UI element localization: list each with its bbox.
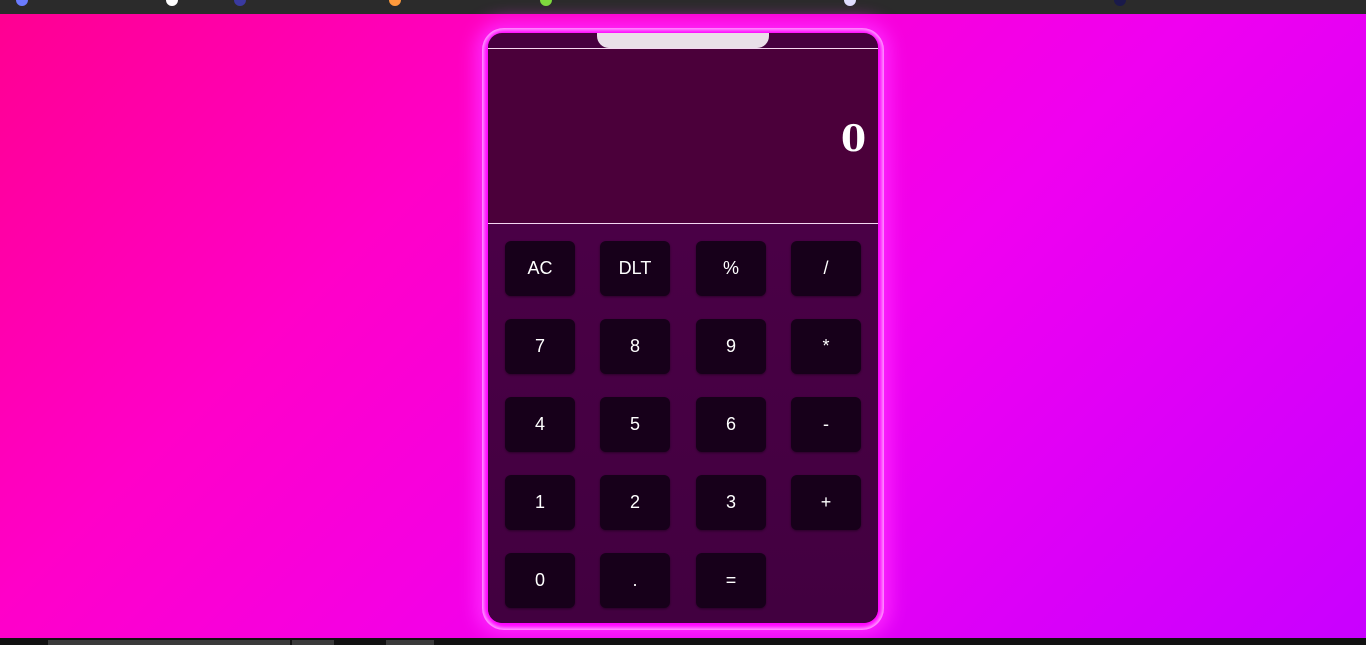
key-subtract[interactable]: -	[791, 397, 861, 452]
display-value: 0	[840, 118, 866, 160]
tab-icon	[234, 0, 246, 6]
tab-icon	[1114, 0, 1126, 6]
key-1[interactable]: 1	[505, 475, 575, 530]
taskbar	[0, 638, 1366, 645]
key-2[interactable]: 2	[600, 475, 670, 530]
tab-icon	[844, 0, 856, 6]
key-8[interactable]: 8	[600, 319, 670, 374]
browser-top-bar	[0, 0, 1366, 14]
key-divide[interactable]: /	[791, 241, 861, 296]
key-delete[interactable]: DLT	[600, 241, 670, 296]
key-9[interactable]: 9	[696, 319, 766, 374]
tab-icon	[389, 0, 401, 6]
calculator-display: 0	[488, 48, 878, 224]
calculator: 0 AC DLT % / 7 8 9 * 4 5 6 - 1 2 3 + 0 .…	[488, 33, 878, 623]
taskbar-item[interactable]	[386, 640, 434, 645]
key-0[interactable]: 0	[505, 553, 575, 608]
taskbar-item[interactable]	[48, 640, 290, 645]
tab-icon	[540, 0, 552, 6]
key-add[interactable]: +	[791, 475, 861, 530]
key-equals[interactable]: =	[696, 553, 766, 608]
tab-icon	[16, 0, 28, 6]
key-3[interactable]: 3	[696, 475, 766, 530]
key-percent[interactable]: %	[696, 241, 766, 296]
key-6[interactable]: 6	[696, 397, 766, 452]
keypad: AC DLT % / 7 8 9 * 4 5 6 - 1 2 3 + 0 . =	[488, 224, 878, 623]
key-all-clear[interactable]: AC	[505, 241, 575, 296]
calculator-notch	[597, 33, 769, 48]
key-decimal[interactable]: .	[600, 553, 670, 608]
taskbar-item[interactable]	[292, 640, 334, 645]
key-5[interactable]: 5	[600, 397, 670, 452]
tab-icon	[166, 0, 178, 6]
key-4[interactable]: 4	[505, 397, 575, 452]
key-7[interactable]: 7	[505, 319, 575, 374]
key-multiply[interactable]: *	[791, 319, 861, 374]
